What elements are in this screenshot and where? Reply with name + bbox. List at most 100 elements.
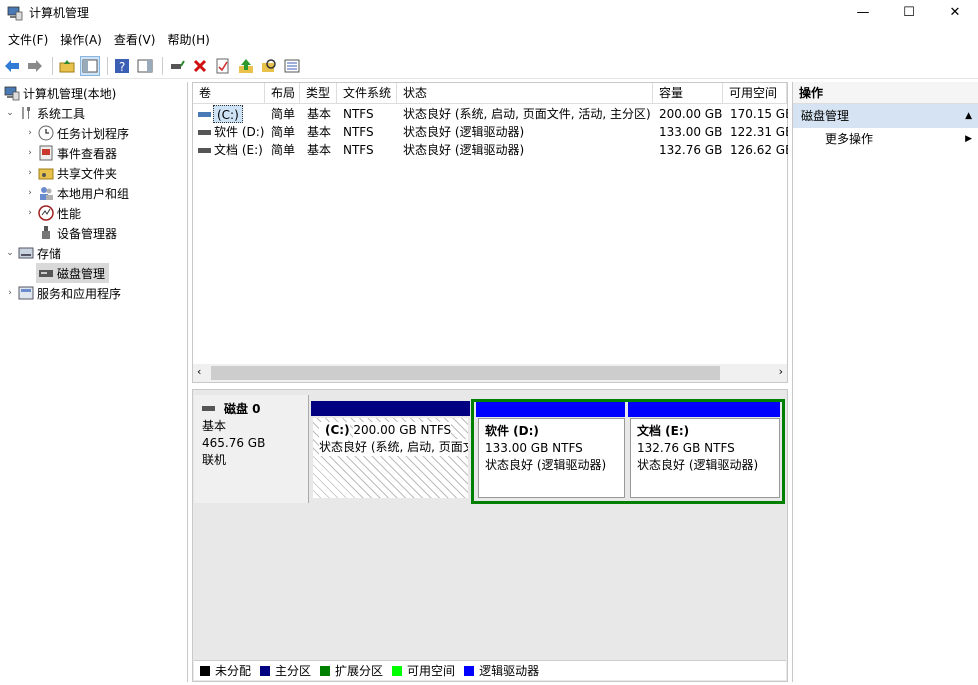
column-header-free-space[interactable]: 可用空间 bbox=[723, 83, 787, 104]
disk-type: 基本 bbox=[202, 419, 227, 433]
toolbar-separator bbox=[162, 56, 163, 75]
chevron-right-icon[interactable]: › bbox=[4, 288, 16, 298]
scroll-right-icon[interactable]: › bbox=[779, 365, 783, 378]
partition-name: 软件 (D:) bbox=[485, 424, 539, 438]
partition-size: 133.00 GB NTFS bbox=[485, 441, 583, 455]
chevron-right-icon[interactable]: › bbox=[24, 208, 36, 218]
maximize-button[interactable]: ☐ bbox=[886, 0, 932, 25]
legend-label: 扩展分区 bbox=[335, 664, 384, 678]
chevron-right-icon[interactable]: › bbox=[24, 148, 36, 158]
capacity-cell: 133.00 GB bbox=[659, 125, 723, 139]
up-arrow-icon[interactable] bbox=[236, 56, 256, 76]
column-header-capacity[interactable]: 容量 bbox=[653, 83, 723, 104]
event-viewer-icon bbox=[38, 145, 54, 161]
partition-c[interactable]: (C:) 200.00 GB NTFS 状态良好 (系统, 启动, 页面文 bbox=[313, 418, 468, 498]
column-header-layout[interactable]: 布局 bbox=[265, 83, 300, 104]
tree-item-root[interactable]: 计算机管理(本地) bbox=[2, 83, 116, 103]
minimize-button[interactable]: — bbox=[840, 0, 886, 25]
navigation-tree: 计算机管理(本地) ⌄ 系统工具 › 任务计划程序 › 事件查看器 › 共享文件… bbox=[0, 82, 188, 682]
partition-name: (C:) bbox=[319, 422, 350, 439]
close-button[interactable]: ✕ bbox=[932, 0, 978, 25]
partition-status: 状态良好 (逻辑驱动器) bbox=[637, 458, 759, 472]
menu-view[interactable]: 查看(V) bbox=[108, 31, 162, 48]
actions-section-disk-management[interactable]: 磁盘管理 ▲ bbox=[793, 104, 978, 128]
title-bar: 计算机管理 — ☐ ✕ bbox=[0, 0, 978, 25]
filesystem-cell: NTFS bbox=[343, 143, 374, 157]
tree-label: 性能 bbox=[57, 206, 82, 221]
up-folder-icon[interactable] bbox=[57, 56, 77, 76]
column-header-volume[interactable]: 卷 bbox=[193, 83, 265, 104]
volume-name-cell[interactable]: 文档 (E:) bbox=[214, 141, 263, 159]
device-manager-icon bbox=[38, 225, 54, 241]
partition-status: 状态良好 (逻辑驱动器) bbox=[485, 458, 607, 472]
chevron-down-icon[interactable]: ⌄ bbox=[4, 248, 16, 258]
partition-name: 文档 (E:) bbox=[637, 424, 690, 438]
tree-label: 设备管理器 bbox=[57, 226, 118, 241]
tree-label: 本地用户和组 bbox=[57, 186, 130, 201]
list-view-icon[interactable] bbox=[282, 56, 302, 76]
help-icon[interactable]: ? bbox=[112, 56, 132, 76]
status-cell: 状态良好 (系统, 启动, 页面文件, 活动, 主分区) bbox=[403, 107, 651, 121]
disk-graphical-view: 磁盘 0 基本 465.76 GB 联机 (C:) 200.00 GB NTFS… bbox=[192, 389, 788, 682]
horizontal-scrollbar[interactable]: ‹ › bbox=[193, 364, 787, 382]
back-icon[interactable] bbox=[2, 56, 22, 76]
collapse-up-icon[interactable]: ▲ bbox=[965, 104, 972, 128]
drive-icon bbox=[198, 141, 212, 159]
scroll-left-icon[interactable]: ‹ bbox=[197, 365, 201, 378]
free-space-cell: 170.15 GB bbox=[730, 107, 788, 121]
chevron-right-icon[interactable]: › bbox=[24, 168, 36, 178]
tree-label: 磁盘管理 bbox=[57, 266, 106, 281]
partition-d[interactable]: 软件 (D:) 133.00 GB NTFS 状态良好 (逻辑驱动器) bbox=[478, 418, 625, 498]
tree-item-local-users[interactable]: › 本地用户和组 bbox=[24, 183, 129, 203]
legend-item: 逻辑驱动器 bbox=[464, 662, 539, 679]
tree-item-storage[interactable]: ⌄ 存储 bbox=[4, 243, 61, 263]
tree-label: 服务和应用程序 bbox=[37, 286, 122, 301]
tree-item-services[interactable]: › 服务和应用程序 bbox=[4, 283, 121, 303]
more-actions-label: 更多操作 bbox=[825, 132, 874, 146]
show-hide-action-pane-icon[interactable] bbox=[135, 56, 155, 76]
column-header-status[interactable]: 状态 bbox=[397, 83, 653, 104]
tools-icon bbox=[18, 105, 34, 121]
tree-label: 存储 bbox=[37, 246, 62, 261]
column-header-filesystem[interactable]: 文件系统 bbox=[337, 83, 397, 104]
forward-icon[interactable] bbox=[25, 56, 45, 76]
tree-item-shared-folders[interactable]: › 共享文件夹 bbox=[24, 163, 117, 183]
chevron-right-icon[interactable]: › bbox=[24, 188, 36, 198]
logical-drive-bar bbox=[628, 402, 780, 417]
more-actions-item[interactable]: 更多操作 ▶ bbox=[793, 128, 978, 150]
disk-info[interactable]: 磁盘 0 基本 465.76 GB 联机 bbox=[194, 395, 309, 503]
partition-e[interactable]: 文档 (E:) 132.76 GB NTFS 状态良好 (逻辑驱动器) bbox=[630, 418, 780, 498]
window-title: 计算机管理 bbox=[29, 6, 90, 20]
tree-item-task-scheduler[interactable]: › 任务计划程序 bbox=[24, 123, 129, 143]
filesystem-cell: NTFS bbox=[343, 107, 374, 121]
scrollbar-thumb[interactable] bbox=[211, 366, 720, 380]
show-hide-tree-icon[interactable] bbox=[80, 55, 100, 76]
performance-icon bbox=[38, 205, 54, 221]
column-header-type[interactable]: 类型 bbox=[300, 83, 337, 104]
delete-icon[interactable] bbox=[190, 56, 210, 76]
volume-name-cell[interactable]: 软件 (D:) bbox=[214, 123, 264, 141]
tree-item-disk-management[interactable]: 磁盘管理 bbox=[36, 263, 110, 283]
chevron-right-icon[interactable]: › bbox=[24, 128, 36, 138]
disk-size: 465.76 GB bbox=[202, 436, 266, 450]
tree-item-device-manager[interactable]: 设备管理器 bbox=[36, 223, 117, 243]
primary-partition-bar bbox=[311, 401, 470, 416]
menu-file[interactable]: 文件(F) bbox=[2, 31, 54, 48]
computer-management-icon bbox=[7, 5, 23, 21]
capacity-cell: 132.76 GB bbox=[659, 143, 723, 157]
toolbar-separator bbox=[107, 56, 108, 75]
tree-item-performance[interactable]: › 性能 bbox=[24, 203, 81, 223]
tree-item-system-tools[interactable]: ⌄ 系统工具 bbox=[4, 103, 85, 123]
legend-swatch bbox=[464, 665, 475, 676]
connect-icon[interactable] bbox=[167, 56, 187, 76]
status-cell: 状态良好 (逻辑驱动器) bbox=[403, 125, 525, 139]
volume-name-cell[interactable]: (C:) bbox=[213, 105, 243, 123]
properties-icon[interactable] bbox=[213, 56, 233, 76]
status-cell: 状态良好 (逻辑驱动器) bbox=[403, 143, 525, 157]
menu-help[interactable]: 帮助(H) bbox=[161, 31, 215, 48]
tree-item-event-viewer[interactable]: › 事件查看器 bbox=[24, 143, 117, 163]
menu-action[interactable]: 操作(A) bbox=[54, 31, 108, 48]
legend-label: 未分配 bbox=[215, 664, 252, 678]
chevron-down-icon[interactable]: ⌄ bbox=[4, 108, 16, 118]
search-folder-icon[interactable] bbox=[259, 56, 279, 76]
